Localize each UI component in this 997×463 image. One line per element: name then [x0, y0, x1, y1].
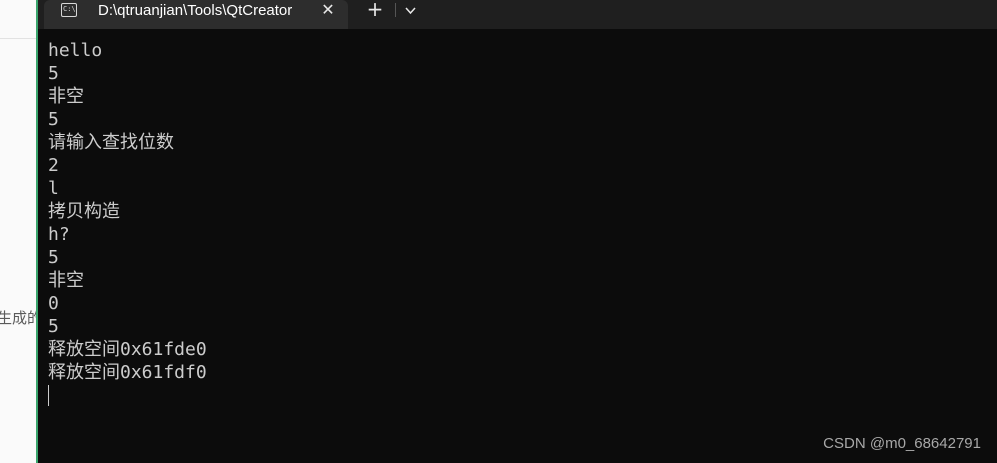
console-line: h?	[48, 224, 70, 245]
tab-dropdown-button[interactable]	[400, 0, 422, 22]
console-line: 非空	[48, 86, 84, 107]
console-line: 5	[48, 247, 59, 268]
console-line: 5	[48, 63, 59, 84]
title-bar[interactable]: C:\ D:\qtruanjian\Tools\QtCreator ✕ +	[38, 0, 997, 29]
background-text: 生成的	[0, 309, 38, 327]
console-line: 拷贝构造	[48, 201, 120, 222]
titlebar-separator	[395, 3, 396, 17]
chevron-down-icon	[405, 7, 416, 15]
console-icon: C:\	[61, 3, 77, 17]
console-line: 0	[48, 293, 59, 314]
console-line: 5	[48, 316, 59, 337]
console-line: 释放空间0x61fde0	[48, 339, 207, 360]
console-line: hello	[48, 40, 103, 61]
console-output[interactable]: hello 5 非空 5 请输入查找位数 2 l 拷贝构造 h? 5 非空 0 …	[48, 39, 207, 384]
console-line: 5	[48, 109, 59, 130]
console-line: 请输入查找位数	[48, 132, 174, 153]
tab-title: D:\qtruanjian\Tools\QtCreator	[98, 2, 293, 19]
console-line: 释放空间0x61fdf0	[48, 362, 207, 383]
watermark: CSDN @m0_68642791	[823, 435, 981, 452]
console-line: l	[48, 178, 59, 199]
console-line: 2	[48, 155, 59, 176]
terminal-window[interactable]: C:\ D:\qtruanjian\Tools\QtCreator ✕ + he…	[38, 0, 997, 463]
background-page	[0, 0, 38, 463]
console-line: 非空	[48, 270, 84, 291]
new-tab-button[interactable]: +	[362, 0, 388, 22]
terminal-tab[interactable]: C:\ D:\qtruanjian\Tools\QtCreator ✕	[44, 0, 348, 29]
close-tab-icon[interactable]: ✕	[316, 0, 340, 22]
background-divider	[0, 38, 38, 39]
text-cursor	[48, 385, 49, 406]
